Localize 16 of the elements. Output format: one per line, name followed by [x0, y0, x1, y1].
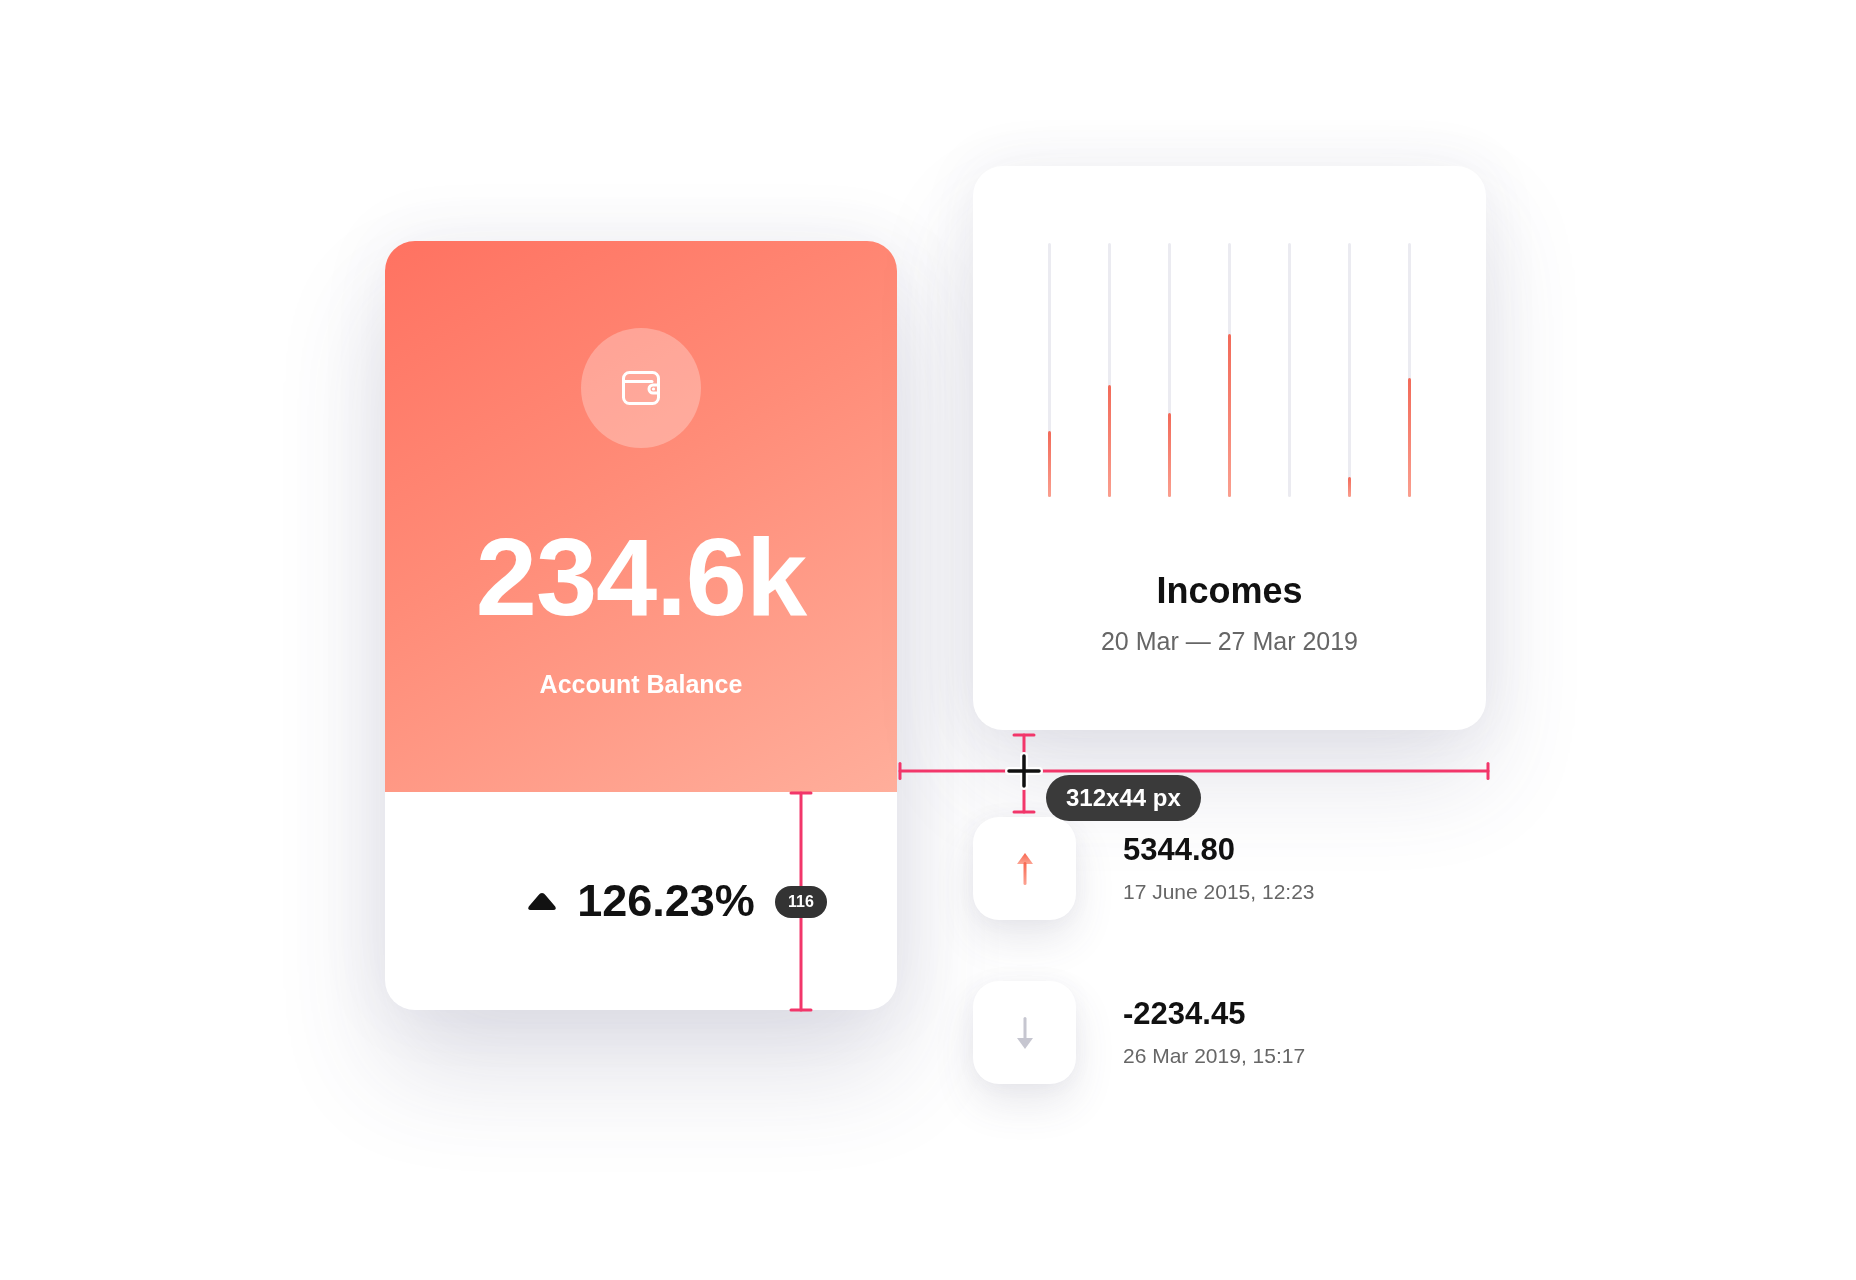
transaction-amount: -2234.45 — [1123, 996, 1247, 1031]
percent-change: 126.23% — [577, 876, 755, 926]
triangle-up-icon — [527, 891, 558, 911]
arrow-down-icon — [973, 981, 1076, 1084]
crosshair-icon — [1005, 752, 1043, 790]
arrow-up-icon — [973, 817, 1076, 920]
wallet-icon — [581, 328, 701, 448]
transaction-amount: 5344.80 — [1123, 832, 1237, 867]
date-range: 20 Mar — 27 Mar 2019 — [1100, 626, 1359, 657]
card-title: Incomes — [1156, 569, 1303, 613]
transaction-date: 17 June 2015, 12:23 — [1123, 878, 1315, 905]
balance-amount: 234.6k — [475, 522, 807, 632]
height-label: 116 — [775, 886, 827, 918]
balance-label: Account Balance — [539, 669, 743, 699]
size-tooltip: 312x44 px — [1046, 775, 1201, 821]
transaction-date: 26 Mar 2019, 15:17 — [1123, 1042, 1306, 1069]
